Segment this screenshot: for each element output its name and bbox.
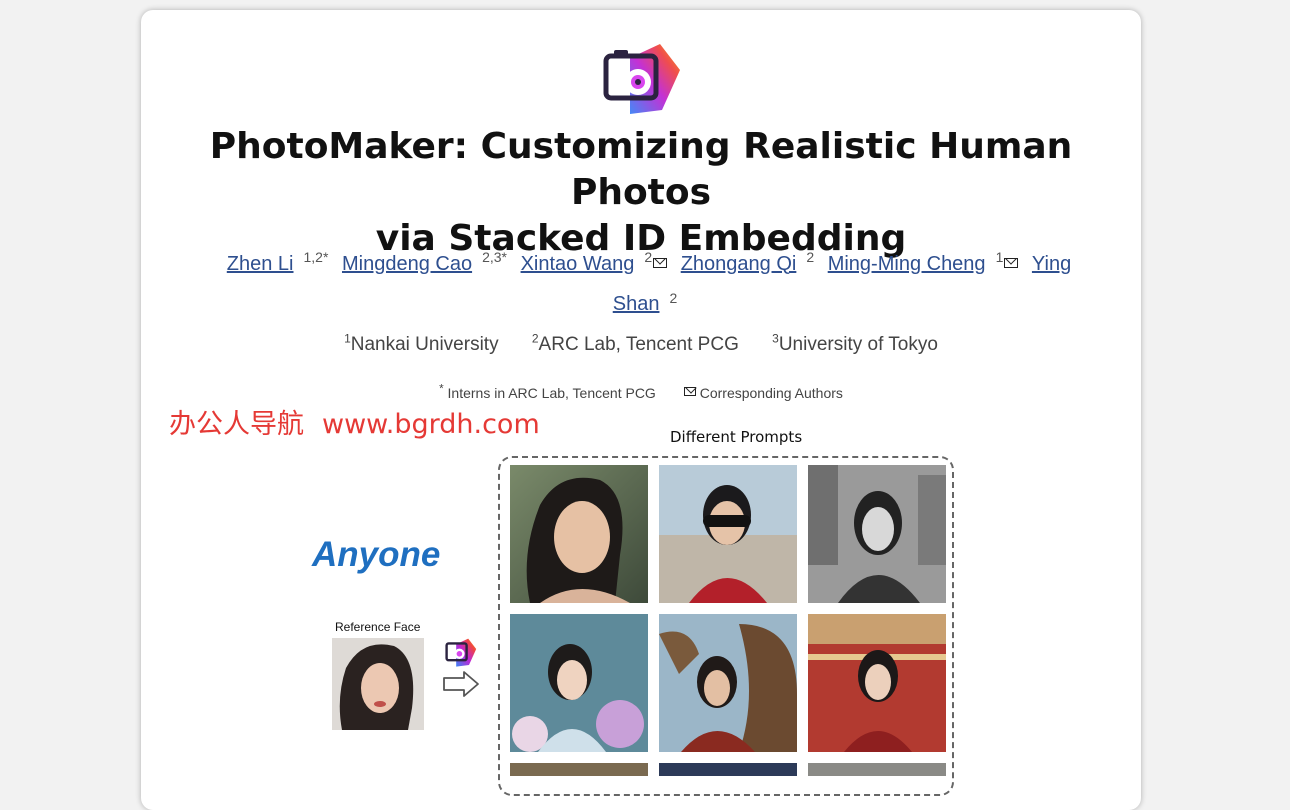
generated-photo [808,465,946,603]
reference-face-label: Reference Face [335,620,421,634]
author-sup: 2,3* [482,249,507,265]
author-notes: * Interns in ARC Lab, Tencent PCG Corres… [141,382,1141,401]
affiliation-sup: 2 [531,332,539,346]
author-link-zhongang-qi[interactable]: Zhongang Qi [681,253,797,275]
affiliation-item: 2ARC Lab, Tencent PCG [531,332,739,356]
author-link-mingdeng-cao[interactable]: Mingdeng Cao [342,253,472,275]
author-sup: 1 [995,249,1004,265]
affiliation-sup: 3 [772,332,779,346]
affiliation-sup: 1 [344,332,351,346]
author-sup: 2 [669,289,678,306]
generated-photo [659,763,797,776]
affiliations: 1Nankai University 2ARC Lab, Tencent PCG… [141,332,1141,356]
mail-icon [1004,257,1019,268]
anyone-label: Anyone [312,535,441,574]
generated-photo [659,614,797,752]
corresponding-note: Corresponding Authors [683,384,843,401]
generated-photo [808,763,946,776]
generated-photo [510,763,648,776]
photomaker-logo-icon [445,638,477,667]
interns-note: * Interns in ARC Lab, Tencent PCG [439,382,656,401]
watermark-url: www.bgrdh.com [322,409,540,440]
right-arrow-icon [443,671,479,697]
interns-text: Interns in ARC Lab, Tencent PCG [447,384,656,401]
author-sup: 2 [806,249,815,265]
different-prompts-label: Different Prompts [670,428,803,446]
watermark-site-name: 办公人导航 [169,409,304,440]
corresponding-text: Corresponding Authors [699,384,843,401]
affiliation-name: ARC Lab, Tencent PCG [538,334,739,356]
reference-face-photo [332,638,424,730]
author-sup: 1,2* [303,249,329,265]
generated-photo [510,614,648,752]
interns-mark: * [439,382,444,395]
generated-photo [659,465,797,603]
author-sup: 2 [644,249,653,265]
generated-photo [510,465,648,603]
photomaker-logo-icon [603,44,680,114]
author-link-zhen-li[interactable]: Zhen Li [227,253,294,275]
affiliation-item: 1Nankai University [344,332,499,356]
mail-icon [653,257,668,268]
mail-icon [683,386,696,396]
author-link-xintao-wang[interactable]: Xintao Wang [521,253,635,275]
affiliation-name: University of Tokyo [778,334,938,356]
affiliation-name: Nankai University [350,334,499,356]
generated-photo [808,614,946,752]
author-link-ming-ming-cheng[interactable]: Ming-Ming Cheng [828,253,986,275]
affiliation-item: 3University of Tokyo [772,332,938,356]
title-line-1: PhotoMaker: Customizing Realistic Human … [209,126,1073,213]
watermark: 办公人导航 www.bgrdh.com [169,402,540,441]
author-list: Zhen Li 1,2* Mingdeng Cao 2,3* Xintao Wang… [190,240,1100,321]
